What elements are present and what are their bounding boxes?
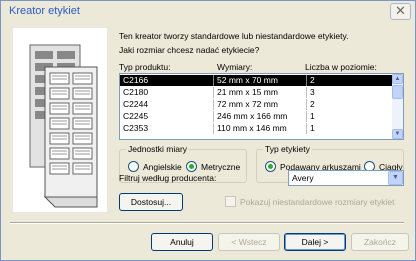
title-bar: Kreator etykiet ✕ — [1, 1, 415, 21]
column-header-across: Liczba w poziomie: — [305, 62, 377, 72]
label-type-legend: Typ etykiety — [263, 144, 312, 155]
manufacturer-value: Avery — [292, 173, 314, 183]
divider — [10, 222, 404, 224]
scroll-thumb[interactable] — [392, 85, 403, 99]
product-cell: C2180 — [123, 87, 149, 97]
dimensions-cell: 246 mm x 166 mm — [217, 111, 288, 121]
units-legend: Jednostki miary — [126, 144, 190, 155]
product-cell: C2244 — [123, 99, 149, 109]
product-cell: C2245 — [123, 111, 149, 121]
filter-manufacturer-label: Filtruj według producenta: — [119, 173, 217, 183]
manufacturer-select[interactable]: Avery ▼ — [288, 170, 404, 186]
next-button[interactable]: Dalej > — [284, 233, 346, 251]
size-question: Jaki rozmiar chcesz nadać etykiecie? — [119, 45, 260, 55]
scroll-down-arrow-icon[interactable]: ▼ — [392, 129, 403, 139]
back-button[interactable]: < Wstecz — [218, 233, 280, 251]
list-item[interactable]: C2353 110 mm x 146 mm 1 — [120, 123, 393, 134]
chevron-down-icon[interactable]: ▼ — [388, 171, 403, 185]
radio-metric[interactable]: Metryczne — [186, 161, 240, 172]
label-size-list[interactable]: C2166 52 mm x 70 mm 2 C2180 21 mm x 15 m… — [119, 73, 404, 140]
list-item[interactable]: C2180 21 mm x 15 mm 3 — [120, 87, 393, 98]
finish-button[interactable]: Zakończ — [351, 233, 409, 251]
customize-button[interactable]: Dostosuj... — [119, 193, 183, 211]
scroll-up-arrow-icon[interactable]: ▲ — [392, 74, 403, 84]
dialog-body: Ten kreator tworzy standardowe lub niest… — [6, 21, 409, 257]
across-cell: 1 — [310, 123, 315, 133]
radio-selected-icon — [265, 161, 276, 172]
list-item[interactable]: C2166 52 mm x 70 mm 2 — [120, 75, 393, 86]
show-custom-sizes-checkbox[interactable]: Pokazuj niestandardowe rozmiary etykiet — [225, 196, 395, 207]
dimensions-cell: 21 mm x 15 mm — [217, 87, 278, 97]
radio-label: Angielskie — [143, 161, 182, 172]
list-item[interactable]: C2244 72 mm x 72 mm 2 — [120, 99, 393, 110]
across-cell: 1 — [310, 111, 315, 121]
checkbox-icon — [225, 196, 236, 207]
intro-text: Ten kreator tworzy standardowe lub niest… — [119, 31, 349, 41]
cancel-button[interactable]: Anuluj — [151, 233, 213, 251]
close-button[interactable]: ✕ — [390, 3, 411, 20]
across-cell: 3 — [310, 87, 315, 97]
checkbox-label: Pokazuj niestandardowe rozmiary etykiet — [240, 196, 395, 207]
radio-label: Metryczne — [201, 161, 241, 172]
dimensions-cell: 52 mm x 70 mm — [217, 75, 278, 85]
list-item[interactable]: C2245 246 mm x 166 mm 1 — [120, 111, 393, 122]
column-header-dimensions: Wymiary: — [217, 62, 253, 72]
product-cell: C2166 — [123, 75, 149, 85]
label-sheets-illustration — [12, 27, 108, 213]
radio-icon — [128, 161, 139, 172]
product-cell: C2353 — [123, 123, 149, 133]
list-scrollbar[interactable]: ▲ ▼ — [392, 74, 403, 139]
dimensions-cell: 110 mm x 146 mm — [217, 123, 287, 133]
across-cell: 2 — [310, 99, 315, 109]
across-cell: 2 — [310, 75, 315, 85]
close-icon: ✕ — [395, 3, 406, 18]
column-header-product-type: Typ produktu: — [119, 62, 171, 72]
radio-english[interactable]: Angielskie — [128, 161, 182, 172]
window-title: Kreator etykiet — [9, 5, 80, 17]
radio-selected-icon — [186, 161, 197, 172]
dimensions-cell: 72 mm x 72 mm — [217, 99, 278, 109]
label-wizard-dialog: Kreator etykiet ✕ Ten kreator tworzy sta… — [0, 0, 416, 261]
